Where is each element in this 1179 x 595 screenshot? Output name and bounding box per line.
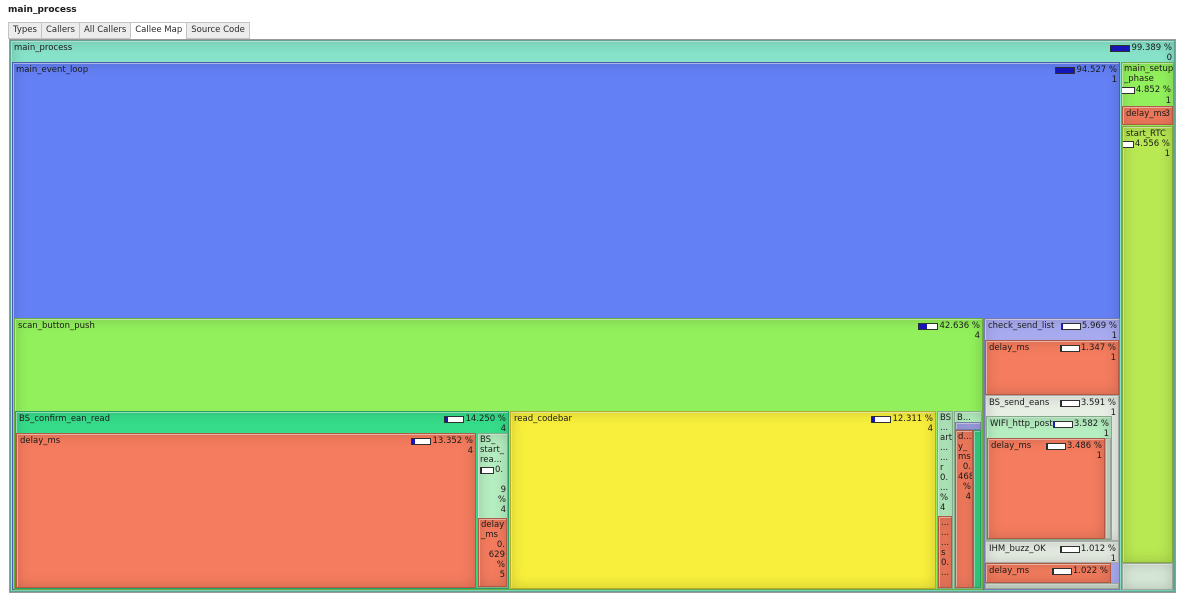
cost-bar (1122, 86, 1135, 94)
cell-start-rtc[interactable]: start_RTC 4.556 % 1 (1122, 126, 1173, 563)
cell-narrow-b-delay[interactable]: d... y_ ms 0. 468 % 4 (955, 430, 973, 588)
cell-ihm-delay-ms[interactable]: delay_ms 1.022 % (985, 563, 1111, 583)
cell-wifi-delay-ms[interactable]: delay_ms 3.486 % 1 (987, 438, 1105, 539)
cell-ihm-buzz-ok[interactable]: IHM_buzz_OK 1.012 % 1 (985, 541, 1119, 563)
cell-label: delay_ms (20, 436, 61, 446)
cost-bar (1059, 399, 1080, 407)
cell-label: start_RTC (1126, 129, 1166, 139)
callee-map: main_process 99.389 % 0 main_event_loop … (9, 39, 1176, 593)
cell-call-count: 1 (1164, 149, 1170, 159)
cell-label: scan_button_push (18, 321, 95, 331)
cell-narrow-b-teal[interactable] (973, 430, 981, 588)
cell-cost: 94.527 % (1055, 65, 1117, 75)
tab-callee-map[interactable]: Callee Map (130, 22, 188, 39)
cost-bar (1051, 567, 1072, 575)
cost-bar (1059, 344, 1080, 352)
cell-label: delay_ms (991, 441, 1032, 451)
cell-label: WIFI_http_post (990, 419, 1053, 429)
cell-call-count: 1 (1165, 96, 1171, 106)
cell-cost: 3.591 % (1059, 398, 1116, 408)
cell-cost: 1.012 % (1059, 544, 1116, 554)
cell-cost: 1.347 % (1059, 343, 1116, 353)
cell-label: d... y_ ms 0. 468 % 4 (958, 432, 973, 502)
cost-bar (1055, 66, 1076, 74)
cell-label: read_codebar (514, 414, 572, 424)
cost-bar (1059, 545, 1080, 553)
cost-bar (1123, 140, 1134, 148)
cell-cost: 3.582 % (1052, 419, 1109, 429)
cost-bar (1045, 442, 1066, 450)
cell-call-count: 4 (467, 446, 473, 456)
cell-call-count: 1 (1096, 451, 1102, 461)
cell-call-count: 3 (1164, 109, 1170, 119)
cost-bar (918, 322, 939, 330)
cell-cost: 99.389 % (1110, 43, 1172, 53)
cost-bar (411, 437, 432, 445)
cell-label: BS ... art ... ... r 0. ... % 4 (940, 413, 953, 513)
cell-cost: 3.486 % (1045, 441, 1102, 451)
cell-cost: 4.852 % (1122, 85, 1171, 95)
cell-narrow-b-mini[interactable] (955, 422, 981, 430)
cell-call-count: 4 (927, 424, 933, 434)
cell-read-codebar[interactable]: read_codebar 12.311 % 4 (510, 411, 936, 589)
cell-label: delay_ms (989, 343, 1030, 353)
cost-bar (871, 415, 892, 423)
tab-source-code[interactable]: Source Code (186, 22, 250, 39)
cell-label: check_send_list (988, 321, 1055, 331)
cell-narrow-a-delay[interactable]: ... ... ... s 0. ... (938, 516, 952, 588)
cell-call-count: 4 (974, 331, 980, 341)
cell-call-count: 1 (1110, 353, 1116, 363)
cell-check-delay-ms[interactable]: delay_ms 1.347 % 1 (985, 340, 1119, 395)
cost-bar (444, 415, 465, 423)
cell-cost: 5.969 % (1060, 321, 1117, 331)
tab-callers[interactable]: Callers (40, 22, 80, 39)
cost-bar (1052, 420, 1073, 428)
cell-cost: 12.311 % (871, 414, 933, 424)
cell-call-count: 1 (1111, 75, 1117, 85)
cell-label: delay_ms (989, 566, 1030, 576)
cell-label: BS_send_eans (989, 398, 1050, 408)
window-title: main_process (8, 5, 77, 15)
cell-label: delay_ms (1126, 109, 1167, 119)
cell-cost: 1.022 % (1051, 566, 1108, 576)
cell-label: BS_confirm_ean_read (19, 414, 111, 424)
cell-tiny-check-children[interactable] (985, 583, 1119, 589)
cell-label: delay _ms 0. 629 % 5 (481, 520, 505, 580)
tab-types[interactable]: Types (8, 22, 42, 39)
cell-label: BS_ start_ rea... 0. 9 % 4 (480, 435, 506, 515)
cell-call-count: 1 (1110, 554, 1116, 563)
cost-bar (1110, 44, 1131, 52)
cost-bar (1060, 322, 1081, 330)
cell-cost: 4.556 % (1123, 139, 1170, 149)
cell-label: main_event_loop (16, 65, 89, 75)
cell-label: main_process (14, 43, 73, 53)
cell-tiny-setup-children[interactable] (1122, 563, 1173, 590)
cell-label: ... ... ... s 0. ... (941, 518, 950, 578)
view-tabs: Types Callers All Callers Callee Map Sou… (8, 22, 250, 39)
tab-all-callers[interactable]: All Callers (78, 22, 132, 39)
cell-label: main_setup _phase (1124, 64, 1174, 84)
cell-wifi-mini[interactable] (1105, 438, 1111, 539)
cell-confirm-delay-ms[interactable]: delay_ms 13.352 % 4 (16, 433, 476, 588)
cell-cost: 13.352 % (411, 436, 473, 446)
cell-bs-start-delay-ms[interactable]: delay _ms 0. 629 % 5 (478, 518, 507, 587)
cell-label: IHM_buzz_OK (989, 544, 1046, 554)
cell-cost: 14.250 % (444, 414, 506, 424)
cell-cost: 42.636 % (918, 321, 980, 331)
cell-setup-delay-ms[interactable]: delay_ms 3 (1122, 106, 1173, 125)
cost-bar (480, 466, 494, 474)
